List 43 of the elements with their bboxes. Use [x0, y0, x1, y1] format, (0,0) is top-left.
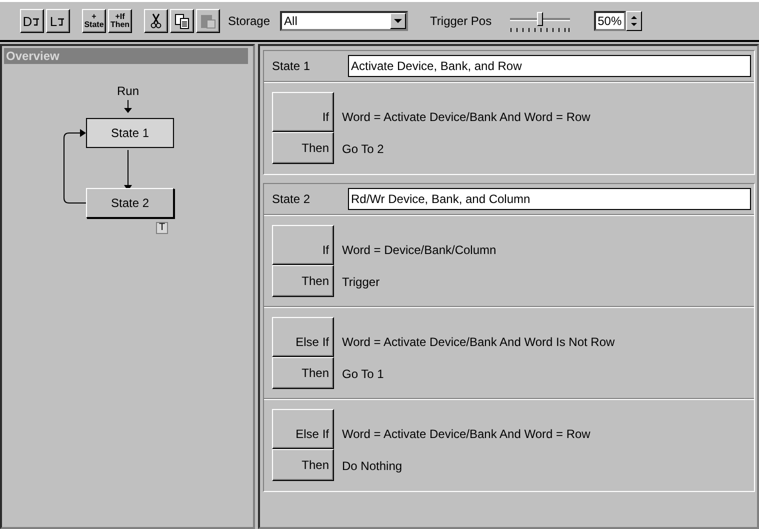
- overview-title: Overview: [4, 48, 248, 64]
- toolbar-button[interactable]: +If Then: [108, 9, 132, 33]
- state-node[interactable]: State 2: [86, 188, 174, 218]
- scissors-icon: [150, 13, 162, 29]
- condition-text: Word = Device/Bank/Column: [342, 242, 496, 258]
- storage-dropdown[interactable]: All: [280, 11, 408, 31]
- trigger-pos-field[interactable]: 50%: [594, 11, 626, 31]
- slider-thumb[interactable]: [536, 12, 543, 26]
- run-label: Run: [117, 84, 140, 98]
- trigger-pos-label: Trigger Pos: [430, 14, 492, 28]
- if-button[interactable]: If: [272, 225, 334, 265]
- storage-label: Storage: [228, 14, 270, 28]
- if-button[interactable]: Else If: [272, 317, 334, 357]
- toolbar-button[interactable]: D: [20, 9, 44, 33]
- if-button[interactable]: Else If: [272, 409, 334, 449]
- then-button[interactable]: Then: [272, 265, 334, 297]
- trigger-marker: T: [156, 222, 168, 234]
- action-text: Trigger: [342, 274, 381, 290]
- state-name-field[interactable]: Rd/Wr Device, Bank, and Column: [348, 188, 751, 210]
- arrow-icon: [123, 100, 133, 114]
- state-label: State 2: [272, 192, 312, 206]
- toolbar-button[interactable]: + State: [82, 9, 106, 33]
- condition-text: Word = Activate Device/Bank And Word Is Not Row: [342, 334, 615, 350]
- state-name-field[interactable]: Activate Device, Bank, and Row: [348, 55, 751, 77]
- cut-button[interactable]: [144, 9, 168, 33]
- action-text: Go To 1: [342, 366, 385, 382]
- trigger-pos-slider[interactable]: [508, 10, 572, 32]
- if-button[interactable]: If: [272, 92, 334, 132]
- copy-button[interactable]: [170, 9, 194, 33]
- state-label: State 1: [272, 59, 312, 73]
- clipboard-icon: [200, 13, 216, 29]
- spin-buttons[interactable]: [626, 11, 642, 31]
- toolbar-button[interactable]: L: [46, 9, 70, 33]
- condition-text: Word = Activate Device/Bank And Word = Row: [342, 426, 590, 442]
- action-text: Do Nothing: [342, 458, 404, 474]
- state-node[interactable]: State 1: [86, 118, 174, 148]
- dropdown-arrow-icon: [394, 18, 402, 24]
- action-text: Go To 2: [342, 141, 385, 157]
- then-button[interactable]: Then: [272, 132, 334, 164]
- then-button[interactable]: Then: [272, 449, 334, 481]
- condition-text: Word = Activate Device/Bank And Word = Row: [342, 109, 590, 125]
- copy-icon: [174, 13, 190, 29]
- then-button[interactable]: Then: [272, 357, 334, 389]
